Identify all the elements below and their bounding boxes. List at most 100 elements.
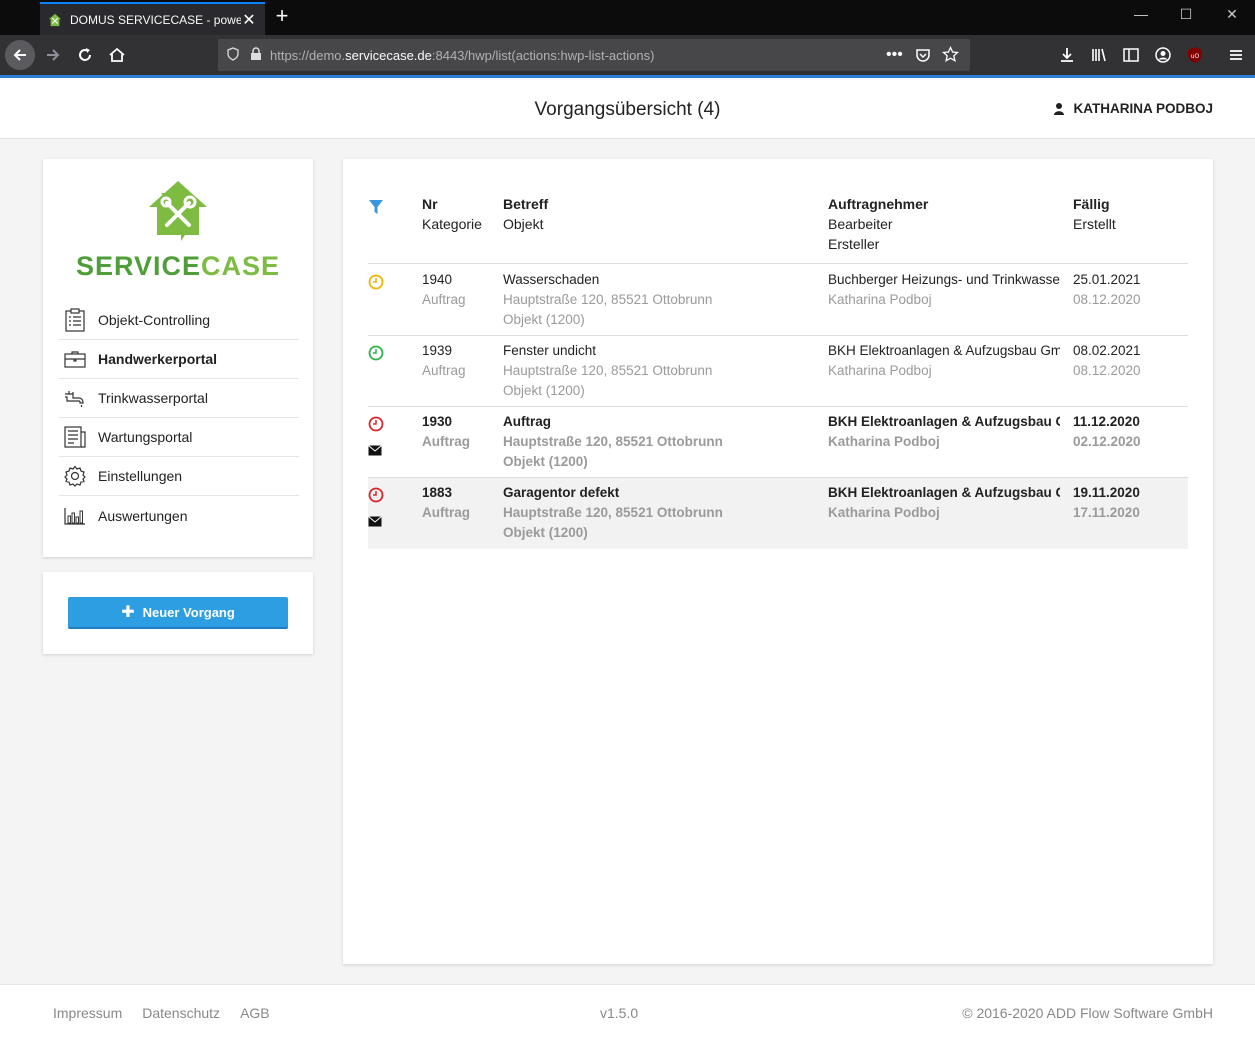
status-cell [368,487,384,527]
new-case-label: Neuer Vorgang [142,604,235,620]
header-auftragnehmer[interactable]: Auftragnehmer Bearbeiter Ersteller [828,194,928,254]
mail-icon [368,445,382,456]
row-nr-cell: 1939 Auftrag [422,343,466,378]
row-nr-cell: 1883 Auftrag [422,485,470,520]
status-cell [368,416,384,456]
table-row[interactable]: 1930 Auftrag Auftrag Hauptstraße 120, 85… [368,407,1188,478]
sidebar-card: SERVICECASE Objekt-Controlling Handwerke… [43,159,313,557]
row-auftragnehmer-cell: BKH Elektroanlagen & Aufzugsbau GmbH Kat… [828,485,1060,520]
sidebar-item-label: Einstellungen [98,468,183,484]
plus-icon: ✚ [121,604,135,621]
row-auftragnehmer-cell: Buchberger Heizungs- und Trinkwasser ...… [828,272,1060,307]
lock-icon[interactable] [250,46,262,64]
clock-icon [368,274,384,290]
browser-tab[interactable]: DOMUS SERVICECASE - powere ✕ [40,2,265,35]
svg-text:uO: uO [1191,53,1200,60]
sidebar-toggle-icon[interactable] [1116,40,1146,70]
row-auftragnehmer-cell: BKH Elektroanlagen & Aufzugsbau GmbH Kat… [828,414,1060,449]
sidebar-item-label: Wartungsportal [98,429,193,445]
sidebar-item-label: Auswertungen [98,507,188,524]
footer: Impressum Datenschutz AGB v1.5.0 © 2016-… [0,984,1255,1039]
menu-hamburger-icon[interactable] [1221,40,1251,70]
logo [43,179,313,246]
url-bar[interactable]: https://demo.servicecase.de:8443/hwp/lis… [218,39,970,71]
sidebar-item-handwerkerportal[interactable]: Handwerkerportal [59,340,299,379]
sidebar-item-label: Objekt-Controlling [98,312,211,328]
sidebar-item-auswertungen[interactable]: Auswertungen [59,496,299,535]
header-faellig[interactable]: Fällig Erstellt [1073,194,1116,234]
footer-links: Impressum Datenschutz AGB [53,1005,270,1021]
footer-copyright: © 2016-2020 ADD Flow Software GmbH [962,1005,1213,1021]
reload-icon[interactable] [70,40,100,70]
footer-link-datenschutz[interactable]: Datenschutz [142,1005,220,1021]
row-faellig-cell: 25.01.2021 08.12.2020 [1073,272,1141,307]
library-icon[interactable] [1084,40,1114,70]
minimize-icon[interactable]: — [1131,6,1151,22]
clock-icon [368,487,384,503]
sidebar-item-trinkwasserportal[interactable]: Trinkwasserportal [59,379,299,418]
row-betreff-cell: Fenster undicht Hauptstraße 120, 85521 O… [503,343,713,398]
clock-icon [368,345,384,361]
sidebar-item-label: Handwerkerportal [98,351,218,367]
footer-link-impressum[interactable]: Impressum [53,1005,122,1021]
browser-navbar: https://demo.servicecase.de:8443/hwp/lis… [0,35,1255,75]
footer-version: v1.5.0 [600,1005,639,1021]
table-header: Nr Kategorie Betreff Objekt Auftragnehme… [368,194,1188,264]
sidebar-item-einstellungen[interactable]: Einstellungen [59,457,299,496]
app-header: Vorgangsübersicht (4) KATHARINA PODBOJ [0,78,1255,139]
mail-icon [368,516,382,527]
account-icon[interactable] [1148,40,1178,70]
logo-wordmark: SERVICECASE [75,251,281,281]
row-faellig-cell: 19.11.2020 17.11.2020 [1073,485,1140,520]
briefcase-icon [61,350,89,368]
row-faellig-cell: 11.12.2020 02.12.2020 [1073,414,1141,449]
bar-chart-icon [61,507,89,525]
header-betreff[interactable]: Betreff Objekt [503,194,548,234]
gear-icon [61,465,89,487]
sidebar-item-label: Trinkwasserportal [98,390,208,406]
footer-link-agb[interactable]: AGB [240,1005,270,1021]
home-icon[interactable] [102,40,132,70]
browser-tabbar: DOMUS SERVICECASE - powere ✕ + — ☐ ✕ [0,0,1255,35]
sidebar-item-objekt-controlling[interactable]: Objekt-Controlling [59,301,299,340]
status-cell [368,274,384,296]
new-case-button[interactable]: ✚ Neuer Vorgang [68,597,288,629]
url-text: https://demo.servicecase.de:8443/hwp/lis… [270,47,655,63]
shield-icon[interactable] [226,46,240,64]
table-row[interactable]: 1883 Auftrag Garagentor defekt Hauptstra… [368,478,1188,549]
status-cell [368,345,384,367]
user-name: KATHARINA PODBOJ [1073,101,1213,116]
tab-close-icon[interactable]: ✕ [241,10,257,30]
more-actions-icon[interactable]: ••• [886,46,903,64]
row-nr-cell: 1940 Auftrag [422,272,466,307]
tab-title: DOMUS SERVICECASE - powere [70,12,241,27]
sidebar-item-wartungsportal[interactable]: Wartungsportal [59,418,299,457]
ublock-icon[interactable]: uO [1180,40,1210,70]
faucet-icon [61,388,89,408]
user-menu[interactable]: KATHARINA PODBOJ [1054,101,1213,116]
row-faellig-cell: 08.02.2021 08.12.2020 [1073,343,1141,378]
filter-icon[interactable] [368,199,384,220]
pocket-icon[interactable] [915,47,931,66]
new-tab-icon[interactable]: + [271,5,293,29]
servicecase-favicon-icon [48,13,62,26]
table-row[interactable]: 1939 Auftrag Fenster undicht Hauptstraße… [368,336,1188,407]
case-list-card: Nr Kategorie Betreff Objekt Auftragnehme… [343,159,1213,964]
row-nr-cell: 1930 Auftrag [422,414,470,449]
clipboard-icon [61,308,89,332]
bookmark-star-icon[interactable] [941,45,960,66]
maximize-icon[interactable]: ☐ [1176,6,1196,23]
header-nr[interactable]: Nr Kategorie [422,194,482,234]
back-icon[interactable] [5,40,35,70]
row-auftragnehmer-cell: BKH Elektroanlagen & Aufzugsbau GmbH Kat… [828,343,1060,378]
forward-icon[interactable] [38,40,68,70]
row-betreff-cell: Auftrag Hauptstraße 120, 85521 Ottobrunn… [503,414,723,469]
new-case-card: ✚ Neuer Vorgang [43,572,313,654]
window-close-icon[interactable]: ✕ [1222,6,1242,23]
table-row[interactable]: 1940 Auftrag Wasserschaden Hauptstraße 1… [368,265,1188,336]
row-betreff-cell: Garagentor defekt Hauptstraße 120, 85521… [503,485,723,540]
servicecase-logo-icon [149,181,207,241]
user-icon [1054,102,1065,115]
downloads-icon[interactable] [1052,40,1082,70]
sidebar-menu: Objekt-Controlling Handwerkerportal Trin… [59,301,299,535]
